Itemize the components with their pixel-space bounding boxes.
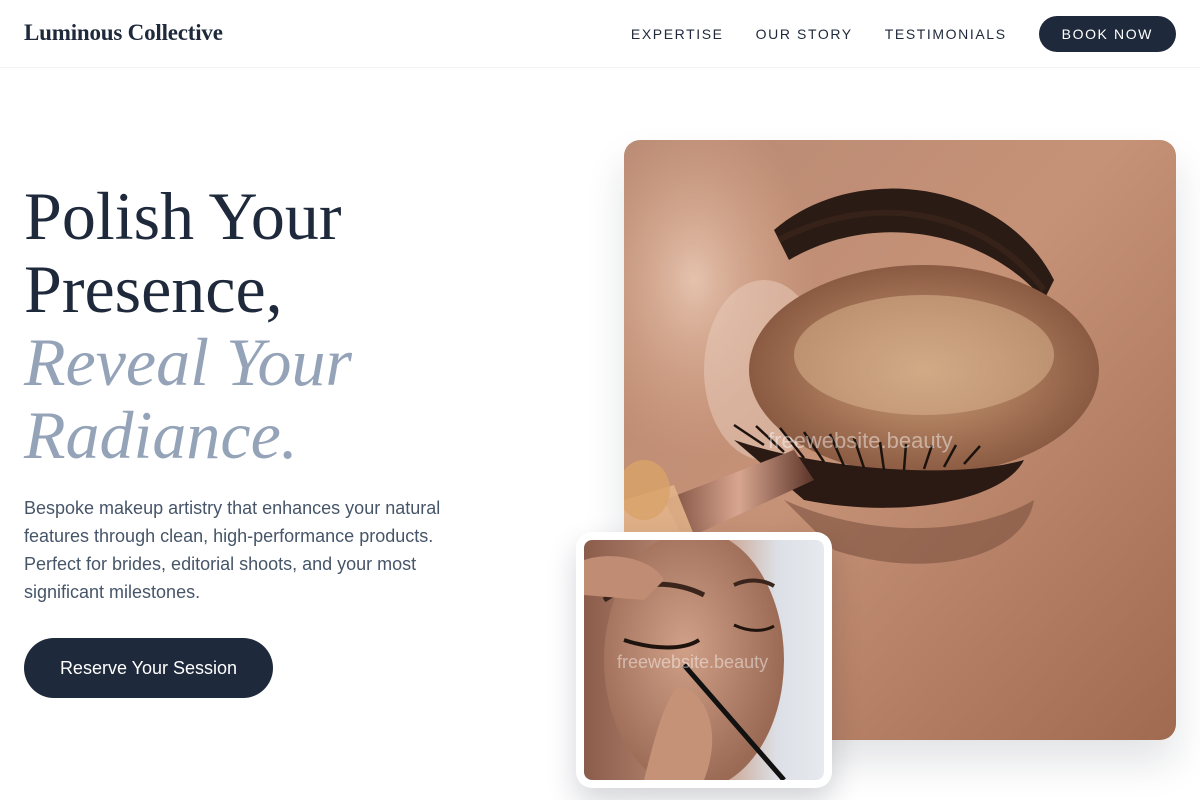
- inset-photo-frame: freewebsite.beauty: [576, 532, 832, 788]
- hero-headline: Polish Your Presence, Reveal Your Radian…: [24, 180, 564, 472]
- hero-accent-line-2: Radiance.: [24, 397, 298, 473]
- hero-accent-line-1: Reveal Your: [24, 324, 353, 400]
- nav-link-our-story[interactable]: OUR STORY: [756, 26, 853, 42]
- nav-links: EXPERTISE OUR STORY TESTIMONIALS BOOK NO…: [631, 16, 1176, 52]
- top-navigation: Luminous Collective EXPERTISE OUR STORY …: [0, 0, 1200, 68]
- nav-link-testimonials[interactable]: TESTIMONIALS: [885, 26, 1007, 42]
- nav-link-expertise[interactable]: EXPERTISE: [631, 26, 724, 42]
- eyeliner-photo: freewebsite.beauty: [584, 540, 824, 780]
- eyeliner-illustration: [584, 540, 824, 780]
- hero-title-line-2: Presence,: [24, 251, 283, 327]
- brand-logo[interactable]: Luminous Collective: [24, 20, 223, 46]
- hero-description: Bespoke makeup artistry that enhances yo…: [24, 498, 441, 602]
- hero-title-line-1: Polish Your: [24, 178, 342, 254]
- reserve-session-button[interactable]: Reserve Your Session: [24, 638, 273, 698]
- book-now-button[interactable]: BOOK NOW: [1038, 16, 1176, 52]
